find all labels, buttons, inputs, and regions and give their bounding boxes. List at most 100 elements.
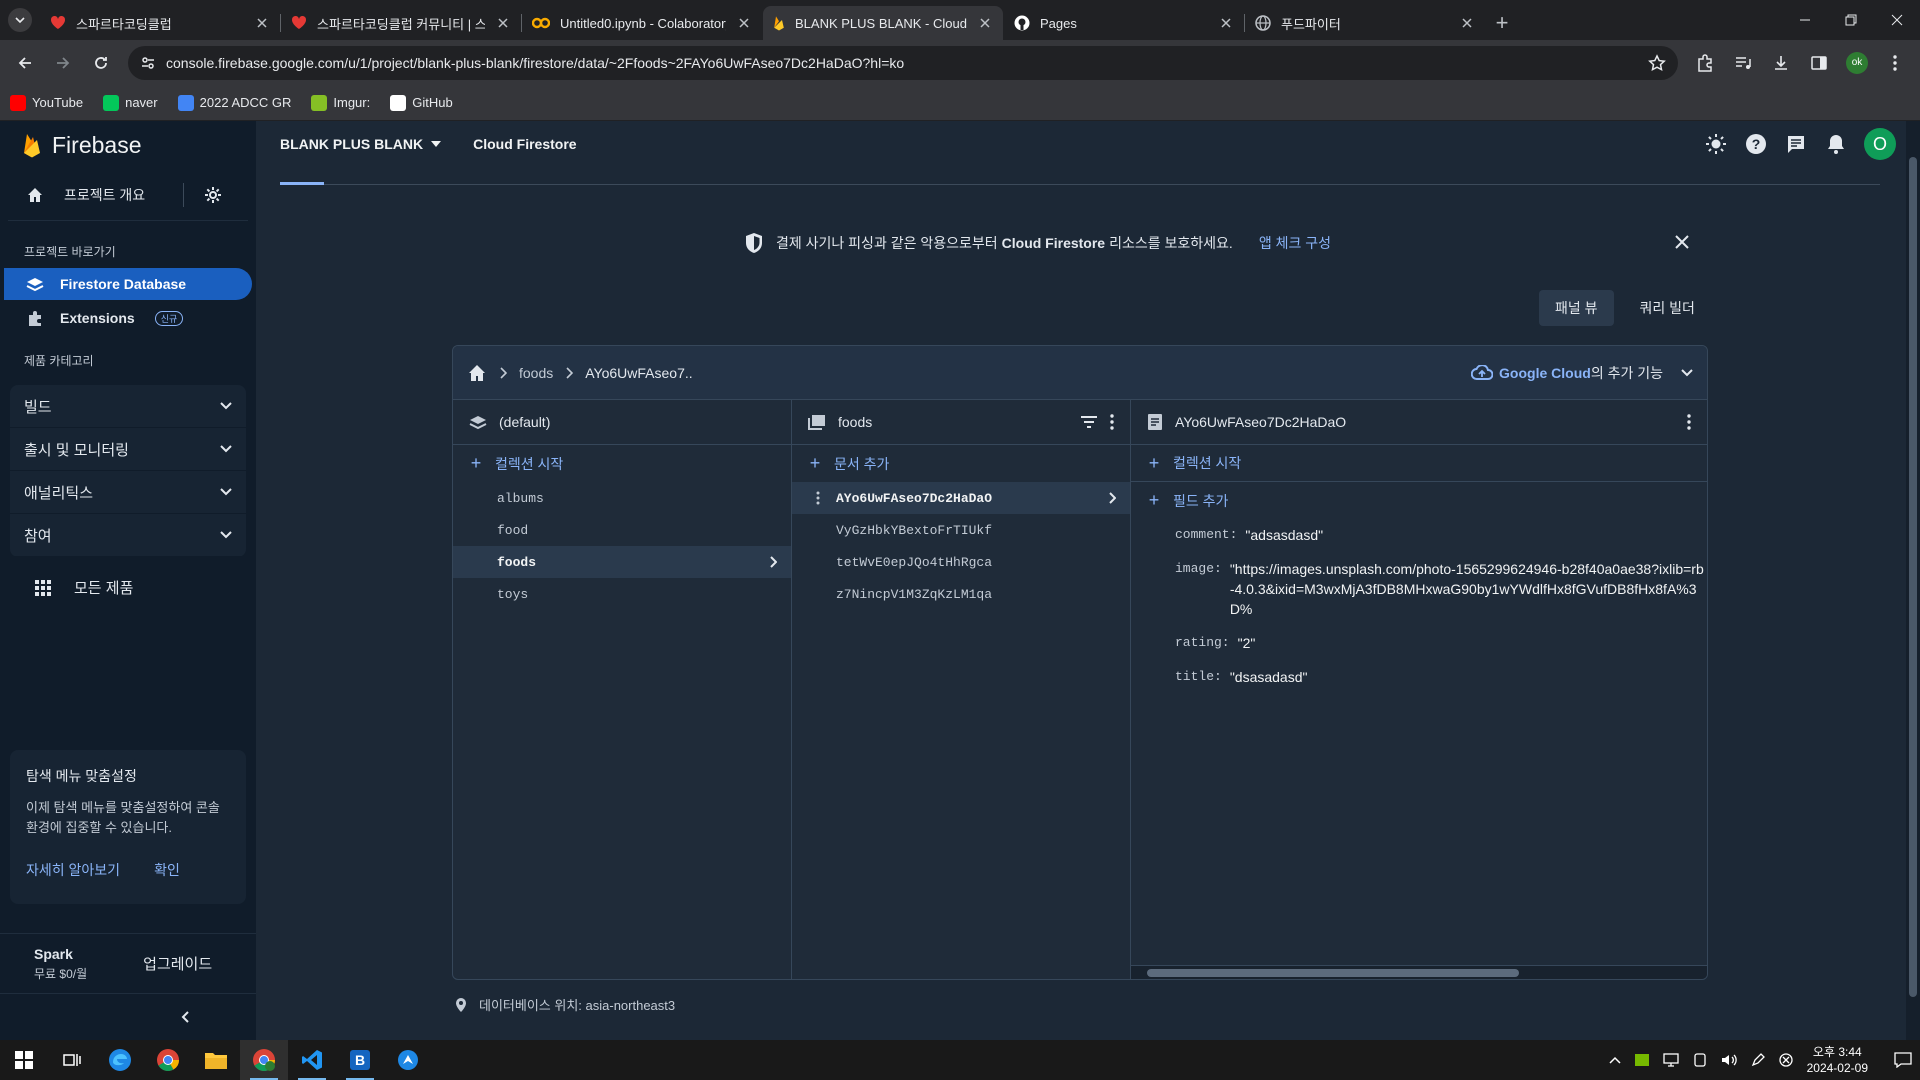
document-field[interactable]: rating: "2": [1175, 633, 1707, 653]
bookmark-item[interactable]: Imgur:: [311, 94, 370, 111]
bookmark-item[interactable]: naver: [103, 94, 158, 111]
bookmark-item[interactable]: YouTube: [10, 94, 83, 111]
help-icon[interactable]: ?: [1744, 132, 1768, 156]
more-vert-icon[interactable]: [816, 491, 820, 505]
document-list-item[interactable]: AYo6UwFAseo7Dc2HaDaO: [792, 482, 1130, 514]
upgrade-button[interactable]: 업그레이드: [143, 953, 212, 974]
theme-brightness-icon[interactable]: [1704, 132, 1728, 156]
confirm-button[interactable]: 확인: [154, 860, 180, 880]
back-button[interactable]: [8, 46, 42, 80]
bookmark-star-icon[interactable]: [1648, 53, 1666, 72]
document-field[interactable]: image: "https://images.unsplash.com/photo…: [1175, 559, 1707, 619]
project-selector[interactable]: BLANK PLUS BLANK: [280, 136, 442, 152]
firebase-logo[interactable]: Firebase: [0, 121, 256, 169]
collection-list-item[interactable]: foods: [453, 546, 791, 578]
google-cloud-features-dropdown[interactable]: Google Cloud 의 추가 기능: [1471, 363, 1693, 383]
new-tab-button[interactable]: +: [1485, 6, 1519, 40]
tab-search-button[interactable]: [0, 0, 40, 40]
category-item[interactable]: 출시 및 모니터링: [10, 428, 246, 471]
banner-close-icon[interactable]: [1674, 234, 1690, 250]
browser-tab[interactable]: Untitled0.ipynb - Colaboratory: [522, 6, 762, 40]
edge-browser-icon[interactable]: [96, 1040, 144, 1080]
notification-center-icon[interactable]: [1894, 1052, 1912, 1068]
learn-more-link[interactable]: 자세히 알아보기: [26, 860, 120, 880]
windows-start-icon[interactable]: [0, 1040, 48, 1080]
tab-close-icon[interactable]: [1459, 15, 1475, 31]
category-item[interactable]: 빌드: [10, 385, 246, 428]
chrome-icon[interactable]: [144, 1040, 192, 1080]
browser-tab[interactable]: 푸드파이터: [1245, 6, 1485, 40]
document-field[interactable]: comment: "adsasdasd": [1175, 525, 1707, 545]
minimize-button[interactable]: [1782, 0, 1828, 40]
start-subcollection-button[interactable]: + 컬렉션 시작: [1131, 445, 1707, 482]
add-document-button[interactable]: + 문서 추가: [792, 445, 1130, 482]
panel-view-button[interactable]: 패널 뷰: [1539, 290, 1614, 326]
file-explorer-icon[interactable]: [192, 1040, 240, 1080]
close-window-button[interactable]: [1874, 0, 1920, 40]
browser-tab[interactable]: BLANK PLUS BLANK - Cloud Fi: [763, 6, 1003, 40]
pen-icon[interactable]: [1751, 1053, 1765, 1067]
profile-avatar[interactable]: ok: [1840, 46, 1874, 80]
document-list-item[interactable]: z7NincpV1M3ZqKzLM1qa: [792, 578, 1130, 610]
user-avatar[interactable]: O: [1864, 128, 1896, 160]
document-field[interactable]: title: "dsasadasd": [1175, 667, 1707, 687]
tab-close-icon[interactable]: [495, 15, 511, 31]
browser-tab[interactable]: Pages: [1004, 6, 1244, 40]
tab-close-icon[interactable]: [977, 15, 993, 31]
scrollbar-thumb[interactable]: [1147, 969, 1519, 977]
browser-menu-icon[interactable]: [1878, 46, 1912, 80]
sidebar-item-extensions[interactable]: Extensions 신규: [4, 302, 252, 334]
bookmark-item[interactable]: 2022 ADCC GR: [177, 94, 291, 111]
extensions-icon[interactable]: [1688, 46, 1722, 80]
settings-gear-icon[interactable]: [204, 186, 222, 204]
tab-close-icon[interactable]: [254, 15, 270, 31]
feedback-icon[interactable]: [1784, 132, 1808, 156]
browser-tab[interactable]: 스파르타코딩클럽: [40, 6, 280, 40]
collection-list-item[interactable]: food: [453, 514, 791, 546]
page-scrollbar[interactable]: [1906, 121, 1920, 1040]
more-vert-icon[interactable]: [1687, 414, 1691, 430]
site-info-icon[interactable]: [140, 55, 156, 71]
collection-list-item[interactable]: toys: [453, 578, 791, 610]
ime-icon[interactable]: [1778, 1053, 1793, 1067]
category-item[interactable]: 애널리틱스: [10, 471, 246, 514]
nvidia-icon[interactable]: [1634, 1054, 1649, 1066]
chevron-up-icon[interactable]: [1609, 1056, 1621, 1064]
breadcrumb-collection[interactable]: foods: [519, 365, 553, 381]
network-icon[interactable]: [1662, 1053, 1679, 1067]
start-collection-button[interactable]: + 컬렉션 시작: [453, 445, 791, 482]
tab-close-icon[interactable]: [736, 15, 752, 31]
tab-close-icon[interactable]: [1218, 15, 1234, 31]
forward-button[interactable]: [46, 46, 80, 80]
filter-icon[interactable]: [1080, 415, 1098, 429]
vscode-icon[interactable]: [288, 1040, 336, 1080]
breadcrumb-document[interactable]: AYo6UwFAseo7..: [585, 365, 692, 381]
document-list-item[interactable]: tetWvE0epJQo4tHhRgca: [792, 546, 1130, 578]
more-vert-icon[interactable]: [1110, 414, 1114, 430]
pinned-app-icon[interactable]: [384, 1040, 432, 1080]
scrollbar-thumb[interactable]: [1909, 157, 1917, 997]
url-text[interactable]: console.firebase.google.com/u/1/project/…: [166, 55, 1638, 71]
bookmark-item[interactable]: GitHub: [390, 94, 453, 111]
collapse-sidebar-button[interactable]: [0, 993, 256, 1040]
add-field-button[interactable]: + 필드 추가: [1131, 482, 1707, 519]
media-controls-icon[interactable]: [1726, 46, 1760, 80]
document-list-item[interactable]: VyGzHbkYBextoFrTIUkf: [792, 514, 1130, 546]
restore-button[interactable]: [1828, 0, 1874, 40]
side-panel-icon[interactable]: [1802, 46, 1836, 80]
system-clock[interactable]: 오후 3:44 2024-02-09: [1807, 1044, 1868, 1076]
project-overview[interactable]: 프로젝트 개요: [8, 169, 248, 221]
all-products-link[interactable]: 모든 제품: [0, 557, 256, 618]
horizontal-scrollbar[interactable]: [1131, 965, 1707, 979]
device-icon[interactable]: [1693, 1053, 1707, 1067]
volume-icon[interactable]: [1721, 1053, 1737, 1067]
chrome-profile-icon[interactable]: [240, 1040, 288, 1080]
collection-list-item[interactable]: albums: [453, 482, 791, 514]
task-view-icon[interactable]: [48, 1040, 96, 1080]
brackets-app-icon[interactable]: B: [336, 1040, 384, 1080]
category-item[interactable]: 참여: [10, 514, 246, 557]
reload-button[interactable]: [84, 46, 118, 80]
app-check-link[interactable]: 앱 체크 구성: [1259, 233, 1331, 253]
home-icon[interactable]: [467, 364, 487, 382]
browser-tab[interactable]: 스파르타코딩클럽 커뮤니티 | 스: [281, 6, 521, 40]
